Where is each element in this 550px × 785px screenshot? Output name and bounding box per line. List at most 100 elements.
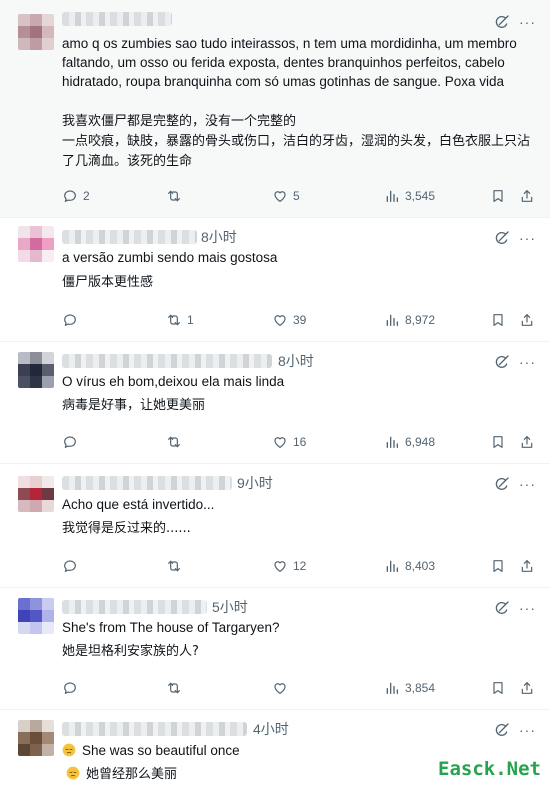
bookmark-button[interactable]: [490, 678, 506, 698]
reply-post[interactable]: 9小时 ··· Acho que está invertido... 我觉得是反…: [0, 464, 550, 588]
repost-icon: [166, 312, 182, 328]
bookmark-button[interactable]: [490, 310, 506, 330]
repost-button[interactable]: [166, 432, 187, 452]
action-bar: 16 6,948: [62, 432, 542, 452]
reply-count: 2: [83, 189, 90, 203]
avatar[interactable]: [18, 14, 54, 50]
repost-icon: [166, 680, 182, 696]
heart-icon: [272, 434, 288, 450]
more-options-icon[interactable]: ···: [519, 600, 536, 616]
blurred-username[interactable]: [62, 722, 247, 736]
bookmark-button[interactable]: [490, 186, 506, 206]
pensive-face-emoji: [66, 766, 80, 780]
post-time[interactable]: 4小时: [253, 720, 289, 738]
views-icon: [384, 434, 400, 450]
avatar[interactable]: [18, 226, 54, 262]
bookmark-icon: [490, 312, 506, 328]
view-count: 3,854: [405, 681, 436, 695]
blurred-username[interactable]: [62, 354, 272, 368]
share-button[interactable]: [519, 432, 535, 452]
avatar[interactable]: [18, 352, 54, 388]
heart-icon: [272, 312, 288, 328]
avatar[interactable]: [18, 720, 54, 756]
like-button[interactable]: 39: [272, 310, 306, 330]
post-time[interactable]: 5小时: [212, 598, 248, 616]
action-bar: 1 39 8,972: [62, 310, 542, 330]
view-count: 8,972: [405, 313, 436, 327]
like-button[interactable]: 5: [272, 186, 300, 206]
watermark: Easck.Net: [435, 758, 544, 780]
more-options-icon[interactable]: ···: [519, 354, 536, 370]
reply-translation: 我觉得是反过来的......: [62, 521, 191, 536]
avatar[interactable]: [18, 476, 54, 512]
reply-text-content: She was so beautiful once: [82, 743, 240, 758]
view-count: 8,403: [405, 559, 436, 573]
more-options-icon[interactable]: ···: [519, 722, 536, 738]
like-count: 5: [293, 189, 300, 203]
blurred-username[interactable]: [62, 476, 232, 490]
share-button[interactable]: [519, 310, 535, 330]
share-button[interactable]: [519, 556, 535, 576]
repost-button[interactable]: [166, 556, 187, 576]
share-button[interactable]: [519, 186, 535, 206]
reply-post[interactable]: ··· amo q os zumbies sao tudo inteirasso…: [0, 0, 550, 218]
bookmark-button[interactable]: [490, 432, 506, 452]
reply-button[interactable]: 2: [62, 186, 90, 206]
views-button[interactable]: 3,854: [384, 678, 435, 698]
share-button[interactable]: [519, 678, 535, 698]
like-button[interactable]: 12: [272, 556, 306, 576]
post-time[interactable]: 9小时: [237, 474, 273, 492]
repost-button[interactable]: 1: [166, 310, 194, 330]
avatar[interactable]: [18, 598, 54, 634]
reply-button[interactable]: [62, 556, 83, 576]
heart-icon: [272, 558, 288, 574]
reply-icon: [62, 312, 78, 328]
grok-icon[interactable]: [494, 354, 510, 370]
bookmark-button[interactable]: [490, 556, 506, 576]
grok-icon[interactable]: [494, 476, 510, 492]
grok-icon[interactable]: [494, 600, 510, 616]
blurred-username[interactable]: [62, 230, 197, 244]
share-icon: [519, 558, 535, 574]
share-icon: [519, 434, 535, 450]
views-button[interactable]: 6,948: [384, 432, 435, 452]
pensive-face-emoji: [62, 743, 76, 757]
reply-translation: 病毒是好事，让她更美丽: [62, 398, 206, 413]
reply-icon: [62, 188, 78, 204]
post-time[interactable]: 8小时: [278, 352, 314, 370]
reply-text: O vírus eh bom,deixou ela mais linda: [62, 374, 285, 389]
reply-post[interactable]: 8小时 ··· O vírus eh bom,deixou ela mais l…: [0, 342, 550, 464]
views-button[interactable]: 8,403: [384, 556, 435, 576]
more-options-icon[interactable]: ···: [519, 230, 536, 246]
reply-button[interactable]: [62, 432, 83, 452]
reply-icon: [62, 434, 78, 450]
post-time[interactable]: 8小时: [201, 228, 237, 246]
like-button[interactable]: [272, 678, 293, 698]
blurred-username[interactable]: [62, 12, 172, 26]
view-count: 6,948: [405, 435, 436, 449]
repost-button[interactable]: [166, 678, 187, 698]
more-options-icon[interactable]: ···: [519, 476, 536, 492]
reply-translation-content: 她曾经那么美丽: [86, 767, 178, 782]
heart-icon: [272, 680, 288, 696]
reply-post[interactable]: 5小时 ··· She's from The house of Targarye…: [0, 588, 550, 710]
more-options-icon[interactable]: ···: [519, 14, 536, 30]
grok-icon[interactable]: [494, 722, 510, 738]
reply-post[interactable]: 8小时 ··· a versão zumbi sendo mais gostos…: [0, 218, 550, 342]
action-bar: 2 5 3,545: [62, 186, 542, 206]
reply-button[interactable]: [62, 678, 83, 698]
views-button[interactable]: 8,972: [384, 310, 435, 330]
repost-button[interactable]: [166, 186, 187, 206]
like-count: 39: [293, 313, 307, 327]
reply-button[interactable]: [62, 310, 83, 330]
views-button[interactable]: 3,545: [384, 186, 435, 206]
bookmark-icon: [490, 680, 506, 696]
like-button[interactable]: 16: [272, 432, 306, 452]
repost-icon: [166, 188, 182, 204]
blurred-username[interactable]: [62, 600, 207, 614]
bookmark-icon: [490, 188, 506, 204]
grok-icon[interactable]: [494, 230, 510, 246]
reply-text: a versão zumbi sendo mais gostosa: [62, 250, 278, 265]
share-icon: [519, 680, 535, 696]
grok-icon[interactable]: [494, 14, 510, 30]
